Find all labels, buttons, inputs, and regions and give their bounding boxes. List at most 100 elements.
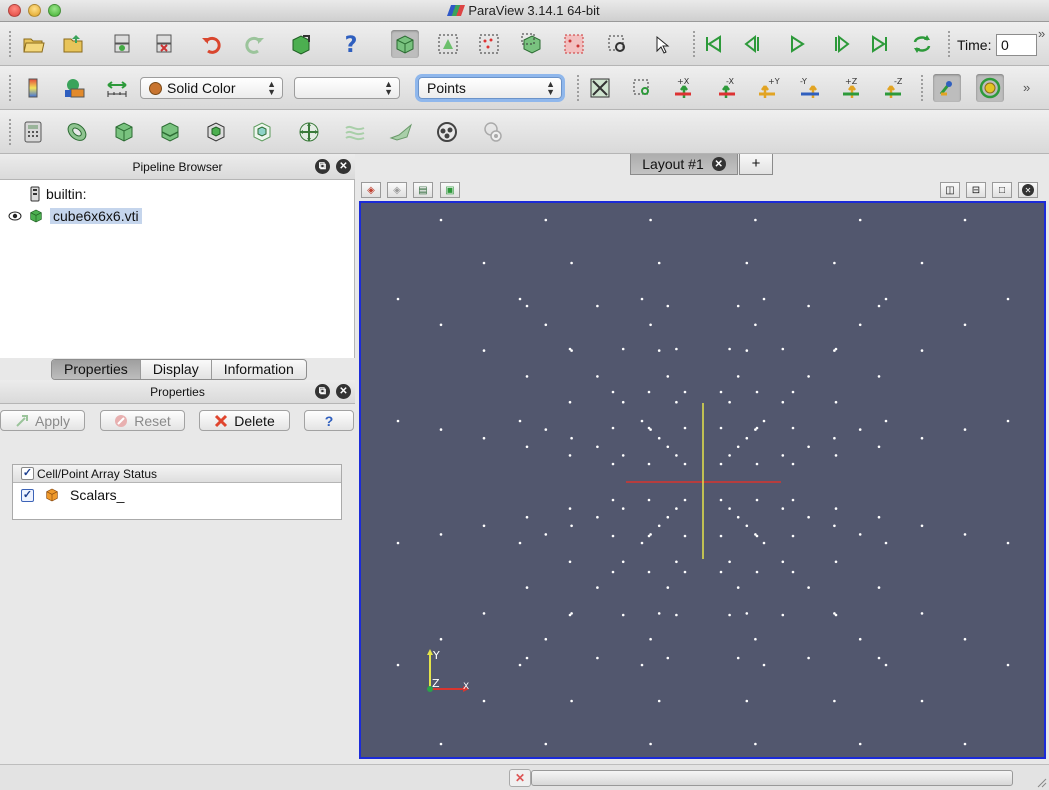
reset-camera-button[interactable] — [586, 74, 614, 102]
connect-button[interactable] — [108, 30, 136, 58]
extract-level-button[interactable] — [479, 118, 507, 146]
representation-select[interactable]: Points ▲ ▼ — [418, 77, 562, 99]
threshold-filter-button[interactable] — [202, 118, 230, 146]
next-frame-button[interactable] — [825, 30, 853, 58]
toolbar-grip[interactable] — [576, 74, 580, 102]
reset-session-button[interactable] — [287, 30, 315, 58]
previous-frame-button[interactable] — [741, 30, 769, 58]
undock-icon[interactable]: ⧉ — [315, 159, 330, 174]
properties-help-button[interactable]: ? — [304, 410, 354, 431]
progress-bar — [531, 770, 1013, 786]
pick-center-button[interactable] — [976, 74, 1004, 102]
last-frame-button[interactable] — [866, 30, 894, 58]
resize-grip-icon[interactable] — [1035, 776, 1047, 788]
help-button[interactable]: ? — [337, 30, 365, 58]
stream-tracer-icon — [345, 125, 365, 141]
save-data-button[interactable] — [60, 30, 88, 58]
loop-button[interactable] — [908, 30, 936, 58]
close-view-button[interactable]: ✕ — [1018, 182, 1038, 198]
clip-filter-button[interactable] — [110, 118, 138, 146]
reset-button[interactable]: Reset — [100, 410, 185, 431]
spreadsheet-view-button[interactable]: ▤ — [413, 182, 433, 198]
component-select[interactable]: ▲ ▼ — [294, 77, 400, 99]
tab-properties[interactable]: Properties — [52, 360, 141, 379]
undo-button[interactable] — [198, 30, 226, 58]
edit-color-map-button[interactable] — [61, 74, 89, 102]
data-point — [647, 462, 651, 466]
select-cells-frustum-button[interactable] — [518, 30, 546, 58]
close-icon[interactable]: ✕ — [336, 159, 351, 174]
render-view[interactable]: Y Z X — [359, 175, 1046, 789]
contour-filter-button[interactable] — [63, 118, 91, 146]
add-layout-tab-button[interactable]: + — [739, 154, 773, 175]
slice-filter-button[interactable] — [156, 118, 184, 146]
capture-view-button[interactable]: ◈ — [361, 182, 381, 198]
pipeline-item-cube6x6x6[interactable]: cube6x6x6.vti — [8, 208, 142, 224]
toolbar-grip[interactable] — [692, 30, 696, 58]
data-point — [807, 586, 810, 589]
window-zoom-button[interactable] — [48, 4, 61, 17]
undock-icon[interactable]: ⧉ — [315, 384, 330, 399]
rescale-range-button[interactable] — [103, 74, 131, 102]
select-all-checkbox[interactable]: ✓ — [21, 467, 34, 480]
zoom-to-box-button[interactable] — [628, 74, 656, 102]
toggle-color-legend-button[interactable] — [19, 74, 47, 102]
tab-information[interactable]: Information — [212, 360, 306, 379]
show-center-button[interactable] — [933, 74, 961, 102]
split-horizontal-button[interactable]: ◫ — [940, 182, 960, 198]
extract-subset-button[interactable] — [248, 118, 276, 146]
stream-tracer-button[interactable] — [341, 118, 369, 146]
calculator-filter-button[interactable] — [19, 118, 47, 146]
abort-button[interactable]: ✕ — [509, 769, 531, 787]
select-points-on-button[interactable] — [475, 30, 503, 58]
window-title-group: ParaView 3.14.1 64-bit — [447, 3, 600, 18]
toolbar-grip[interactable] — [920, 74, 924, 102]
view-minus-x-button[interactable]: -X — [712, 74, 740, 102]
select-cells-on-button[interactable] — [434, 30, 462, 58]
glyph-filter-button[interactable] — [295, 118, 323, 146]
view-plus-z-button[interactable]: +Z — [838, 74, 866, 102]
time-input[interactable]: 0 — [996, 34, 1037, 56]
select-block-button[interactable] — [603, 30, 631, 58]
tab-layout-1[interactable]: Layout #1 ✕ — [630, 154, 738, 175]
view-minus-z-button[interactable]: -Z — [880, 74, 908, 102]
array-checkbox[interactable]: ✓ — [21, 488, 34, 502]
close-icon[interactable]: ✕ — [336, 384, 351, 399]
camera-plus-y-label: +Y — [768, 77, 780, 86]
window-close-button[interactable] — [8, 4, 21, 17]
toolbar-overflow-icon[interactable]: » — [1038, 26, 1045, 41]
close-tab-icon[interactable]: ✕ — [711, 157, 726, 171]
toolbar-grip[interactable] — [8, 118, 12, 146]
apply-button[interactable]: Apply — [0, 410, 85, 431]
pipeline-item-builtin[interactable]: builtin: — [30, 186, 86, 202]
tab-display[interactable]: Display — [141, 360, 212, 379]
data-point — [755, 462, 759, 466]
toolbar-overflow-icon[interactable]: » — [1023, 80, 1030, 95]
eye-visibility-icon[interactable] — [8, 211, 22, 221]
array-row[interactable]: ✓ Scalars_ — [13, 483, 341, 503]
warp-vector-button[interactable] — [387, 118, 415, 146]
play-button[interactable] — [783, 30, 811, 58]
render-scene[interactable]: Y Z X — [361, 175, 1044, 789]
redo-button[interactable] — [240, 30, 268, 58]
toolbar-grip[interactable] — [947, 30, 951, 58]
delete-button[interactable]: Delete — [199, 410, 290, 431]
select-points-frustum-button[interactable] — [560, 30, 588, 58]
toolbar-grip[interactable] — [8, 74, 12, 102]
split-vertical-button[interactable]: ⊟ — [966, 182, 986, 198]
toolbar-grip[interactable] — [8, 30, 12, 58]
view-plus-x-button[interactable]: +X — [670, 74, 698, 102]
view-minus-y-button[interactable]: -Y — [796, 74, 824, 102]
view-plus-y-button[interactable]: +Y — [754, 74, 782, 102]
maximize-view-button[interactable]: □ — [992, 182, 1012, 198]
color-by-select[interactable]: Solid Color ▲ ▼ — [140, 77, 283, 99]
render-view-options-button[interactable]: ◈ — [387, 182, 407, 198]
open-file-button[interactable] — [20, 30, 48, 58]
interact-mode-button[interactable] — [391, 30, 419, 58]
first-frame-button[interactable] — [699, 30, 727, 58]
window-minimize-button[interactable] — [28, 4, 41, 17]
group-datasets-button[interactable] — [433, 118, 461, 146]
convert-view-button[interactable]: ▣ — [440, 182, 460, 198]
interactive-select-button[interactable] — [646, 30, 674, 58]
disconnect-button[interactable] — [150, 30, 178, 58]
